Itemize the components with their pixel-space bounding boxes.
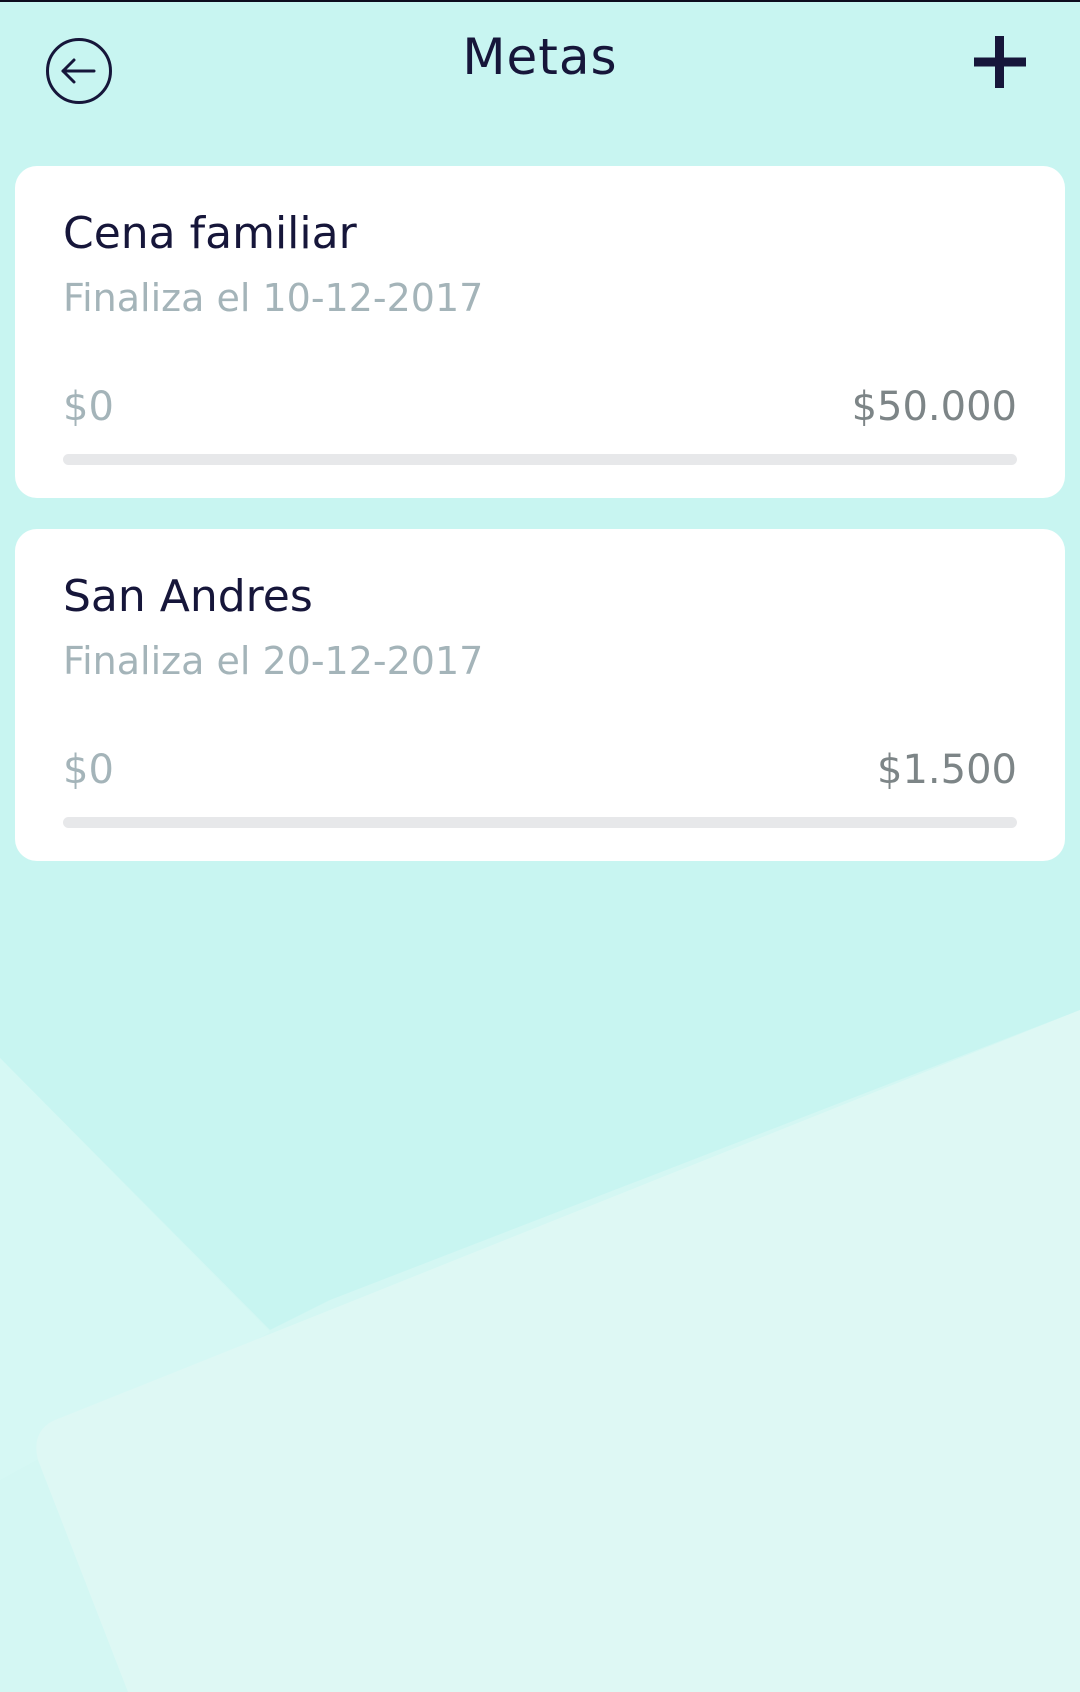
goal-name: Cena familiar (63, 208, 357, 259)
page-title: Metas (462, 28, 618, 86)
goal-card[interactable]: Cena familiar Finaliza el 10-12-2017 $0 … (15, 166, 1065, 498)
goal-target-amount: $50.000 (851, 384, 1017, 430)
goal-current-amount: $0 (63, 747, 114, 793)
goal-progress-bar (63, 817, 1017, 828)
goal-progress-bar (63, 454, 1017, 465)
goal-current-amount: $0 (63, 384, 114, 430)
add-goal-button[interactable] (970, 32, 1030, 92)
goal-card[interactable]: San Andres Finaliza el 20-12-2017 $0 $1.… (15, 529, 1065, 861)
goals-list: Cena familiar Finaliza el 10-12-2017 $0 … (15, 166, 1065, 892)
header: Metas (0, 0, 1080, 150)
goal-end-date: Finaliza el 10-12-2017 (63, 276, 484, 320)
plus-icon (974, 36, 1026, 88)
goal-end-date: Finaliza el 20-12-2017 (63, 639, 484, 683)
goal-name: San Andres (63, 571, 313, 622)
goal-target-amount: $1.500 (877, 747, 1017, 793)
